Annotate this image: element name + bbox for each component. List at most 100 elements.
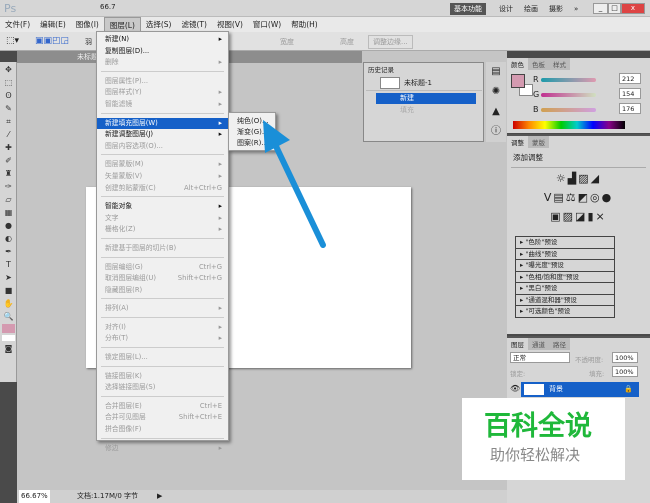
maximize-button[interactable]: □ bbox=[608, 3, 621, 14]
history-item-fill[interactable]: 填充 bbox=[376, 105, 476, 116]
pen-tool-icon[interactable]: ✒ bbox=[2, 246, 15, 257]
refine-edge-button[interactable]: 调整边缘... bbox=[368, 35, 413, 49]
g-slider[interactable] bbox=[541, 93, 596, 97]
menu-item[interactable]: 合并可见图层 Shift+Ctrl+E bbox=[97, 412, 228, 424]
shape-tool-icon[interactable]: ■ bbox=[2, 285, 15, 296]
tab-paths[interactable]: 路径 bbox=[549, 338, 570, 350]
menu-filter[interactable]: 滤镜(T) bbox=[177, 17, 212, 32]
brush-tool-icon[interactable]: ✐ bbox=[2, 155, 15, 166]
zoom-level[interactable]: 66.67% bbox=[19, 490, 50, 503]
menu-item[interactable]: 对齐(I) ▸ bbox=[97, 322, 228, 334]
info-icon[interactable]: ⓘ bbox=[486, 122, 506, 142]
tab-channels[interactable]: 通道 bbox=[528, 338, 549, 350]
blend-mode-select[interactable]: 正常 bbox=[510, 352, 570, 363]
workspace-photo[interactable]: 摄影 bbox=[545, 3, 567, 15]
menu-window[interactable]: 窗口(W) bbox=[248, 17, 286, 32]
menu-help[interactable]: 帮助(H) bbox=[286, 17, 323, 32]
background-color-swatch[interactable] bbox=[2, 335, 15, 341]
r-slider[interactable] bbox=[541, 78, 596, 82]
menu-item[interactable]: 分布(T) ▸ bbox=[97, 333, 228, 345]
quick-mask-icon[interactable]: ◙ bbox=[2, 343, 15, 354]
menu-layer[interactable]: 图层(L) bbox=[103, 17, 141, 32]
opacity-field[interactable]: 100% bbox=[612, 352, 638, 363]
foreground-color[interactable] bbox=[511, 74, 525, 88]
preset-selective-color[interactable]: ▸ "可选颜色"预设 bbox=[515, 305, 615, 318]
stamp-tool-icon[interactable]: ♜ bbox=[2, 168, 15, 179]
navigator-icon[interactable]: ▲ bbox=[486, 102, 506, 122]
menu-item[interactable]: 新建调整图层(J) ▸ bbox=[97, 129, 228, 141]
menu-item[interactable]: 删除 ▸ bbox=[97, 57, 228, 69]
menu-item[interactable]: 文字 ▸ bbox=[97, 213, 228, 225]
visibility-eye-icon[interactable]: 👁 bbox=[510, 384, 520, 393]
workspace-painting[interactable]: 绘画 bbox=[520, 3, 542, 15]
menu-item[interactable]: 锁定图层(L)... bbox=[97, 352, 228, 364]
menu-item[interactable]: 图层样式(Y) ▸ bbox=[97, 87, 228, 99]
zoom-select[interactable]: 66.7 bbox=[100, 3, 116, 11]
tab-history[interactable]: 历史记录 bbox=[364, 63, 398, 75]
g-value[interactable]: 154 bbox=[619, 88, 641, 99]
tab-swatches[interactable]: 色板 bbox=[528, 58, 549, 70]
menu-item[interactable]: 取消图层编组(U) Shift+Ctrl+G bbox=[97, 273, 228, 285]
dodge-tool-icon[interactable]: ◐ bbox=[2, 233, 15, 244]
foreground-color-swatch[interactable] bbox=[2, 324, 15, 333]
marquee-tool-icon[interactable]: ⬚ bbox=[2, 77, 15, 88]
fill-field[interactable]: 100% bbox=[612, 366, 638, 377]
menu-item[interactable]: 修边 ▸ bbox=[97, 443, 228, 455]
menu-item[interactable]: 图层内容选项(O)... bbox=[97, 141, 228, 153]
eraser-tool-icon[interactable]: ▱ bbox=[2, 194, 15, 205]
r-value[interactable]: 212 bbox=[619, 73, 641, 84]
menu-item[interactable]: 隐藏图层(R) bbox=[97, 285, 228, 297]
tab-color[interactable]: 颜色 bbox=[507, 58, 528, 70]
adjustment-icons-row1[interactable]: ☼▟▨◢ bbox=[507, 172, 650, 185]
menu-select[interactable]: 选择(S) bbox=[141, 17, 177, 32]
menu-edit[interactable]: 编辑(E) bbox=[35, 17, 71, 32]
menu-item[interactable]: 图层编组(G) Ctrl+G bbox=[97, 262, 228, 274]
history-item-new[interactable]: 新建 bbox=[376, 93, 476, 104]
tab-layers[interactable]: 图层 bbox=[507, 338, 528, 350]
path-select-icon[interactable]: ➤ bbox=[2, 272, 15, 283]
crop-tool-icon[interactable]: ⌗ bbox=[2, 116, 15, 127]
lasso-tool-icon[interactable]: ʘ bbox=[2, 90, 15, 101]
menu-item[interactable]: 创建剪贴蒙版(C) Alt+Ctrl+G bbox=[97, 183, 228, 195]
menu-item[interactable]: 图层蒙版(M) ▸ bbox=[97, 159, 228, 171]
menu-item[interactable]: 智能对象 ▸ bbox=[97, 201, 228, 213]
adjustment-icons-row3[interactable]: ▣▨◪▮⨯ bbox=[507, 210, 650, 223]
menu-item[interactable]: 选择链接图层(S) bbox=[97, 382, 228, 394]
actions-icon[interactable]: ✺ bbox=[486, 82, 506, 102]
gradient-tool-icon[interactable]: ▦ bbox=[2, 207, 15, 218]
close-button[interactable]: x bbox=[621, 3, 645, 14]
b-value[interactable]: 176 bbox=[619, 103, 641, 114]
workspace-design[interactable]: 设计 bbox=[495, 3, 517, 15]
hand-tool-icon[interactable]: ✋ bbox=[2, 298, 15, 309]
menu-item[interactable]: 矢量蒙版(V) ▸ bbox=[97, 171, 228, 183]
more-workspaces[interactable]: » bbox=[570, 3, 582, 15]
menu-item[interactable]: 智能滤镜 ▸ bbox=[97, 99, 228, 111]
type-tool-icon[interactable]: T bbox=[2, 259, 15, 270]
layer-row-background[interactable]: 背景 🔒 bbox=[521, 382, 639, 397]
menu-item[interactable]: 合并图层(E) Ctrl+E bbox=[97, 401, 228, 413]
minimize-button[interactable]: _ bbox=[593, 3, 608, 14]
history-brush-icon[interactable]: ✑ bbox=[2, 181, 15, 192]
workspace-essentials[interactable]: 基本功能 bbox=[450, 3, 486, 15]
color-ramp[interactable] bbox=[513, 121, 625, 129]
menu-item[interactable]: 新建(N) ▸ bbox=[97, 34, 228, 46]
menu-item[interactable]: 新建基于图层的切片(B) bbox=[97, 243, 228, 255]
move-tool-icon[interactable]: ✥ bbox=[2, 64, 15, 75]
quick-select-tool-icon[interactable]: ✎ bbox=[2, 103, 15, 114]
zoom-tool-icon[interactable]: 🔍 bbox=[2, 311, 15, 322]
tab-styles[interactable]: 样式 bbox=[549, 58, 570, 70]
menu-item[interactable]: 链接图层(K) bbox=[97, 371, 228, 383]
tab-masks[interactable]: 蒙版 bbox=[528, 136, 549, 148]
status-menu-arrow[interactable]: ▶ bbox=[157, 490, 162, 503]
marquee-tool-icon[interactable]: ⬚▾ bbox=[6, 36, 19, 46]
menu-item[interactable]: 复制图层(D)... bbox=[97, 46, 228, 58]
menu-image[interactable]: 图像(I) bbox=[71, 17, 104, 32]
snapshot-name[interactable]: 未标题-1 bbox=[404, 78, 432, 88]
tab-adjustments[interactable]: 调整 bbox=[507, 136, 528, 148]
eyedropper-tool-icon[interactable]: ⁄ bbox=[2, 129, 15, 140]
adjustment-icons-row2[interactable]: V▤⚖◩◎● bbox=[507, 191, 650, 204]
selection-mode-icons[interactable]: ▣▣◰◲ bbox=[35, 36, 69, 46]
menu-item[interactable]: 拼合图像(F) bbox=[97, 424, 228, 436]
menu-item[interactable]: 图层属性(P)... bbox=[97, 76, 228, 88]
menu-item[interactable]: 新建填充图层(W) ▸ bbox=[97, 117, 228, 130]
